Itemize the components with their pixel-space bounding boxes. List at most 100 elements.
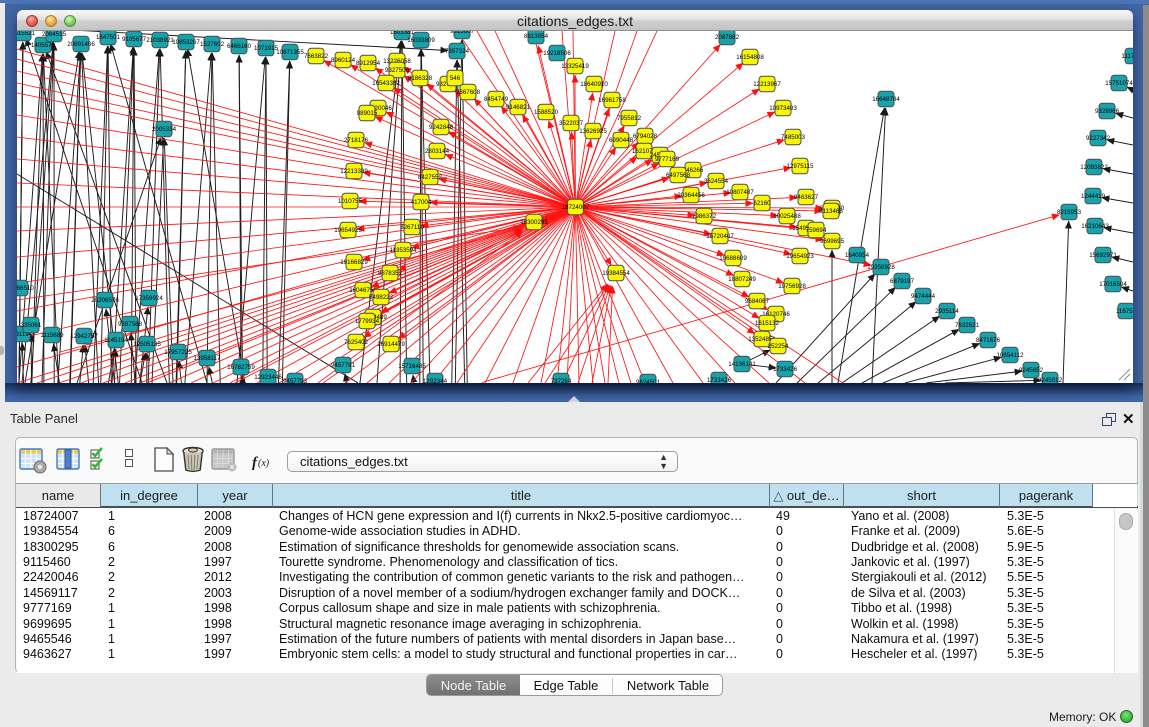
svg-text:8113468: 8113468 [819, 208, 843, 215]
svg-text:8186328: 8186328 [408, 75, 433, 82]
svg-text:19654923: 19654923 [786, 253, 814, 260]
svg-text:13325419: 13325419 [561, 63, 589, 70]
svg-text:9624501: 9624501 [636, 379, 661, 383]
svg-text:1615132: 1615132 [755, 320, 780, 327]
svg-text:9242848: 9242848 [429, 124, 454, 131]
svg-text:13958117: 13958117 [193, 355, 221, 362]
svg-text:16154808: 16154808 [736, 54, 764, 61]
svg-text:6879197: 6879197 [890, 278, 915, 285]
svg-text:759694: 759694 [806, 227, 827, 234]
svg-text:9684067: 9684067 [745, 298, 770, 305]
svg-text:15716485: 15716485 [398, 363, 426, 370]
svg-text:18724007: 18724007 [562, 204, 590, 211]
svg-text:6794028: 6794028 [633, 133, 658, 140]
svg-text:19756928: 19756928 [778, 283, 806, 290]
svg-text:2084515: 2084515 [42, 31, 67, 38]
svg-text:16648784: 16648784 [872, 96, 900, 103]
svg-text:252254: 252254 [768, 343, 789, 350]
svg-text:1010755: 1010755 [338, 198, 363, 205]
svg-text:8427552: 8427552 [418, 174, 443, 181]
svg-text:7663822: 7663822 [304, 53, 329, 60]
svg-text:16210643: 16210643 [1081, 223, 1109, 230]
svg-text:1292344: 1292344 [423, 378, 448, 383]
svg-text:8960124: 8960124 [331, 57, 356, 64]
svg-text:2935114: 2935114 [935, 308, 959, 315]
svg-text:10671355: 10671355 [276, 49, 304, 56]
svg-text:7955812: 7955812 [617, 115, 642, 122]
svg-text:9397588: 9397588 [118, 321, 143, 328]
svg-text:12923446: 12923446 [254, 374, 282, 381]
svg-text:12942757: 12942757 [70, 333, 98, 340]
svg-text:12975115: 12975115 [786, 163, 814, 170]
svg-text:2087682: 2087682 [715, 34, 740, 41]
svg-text:6466160: 6466160 [227, 43, 252, 50]
svg-text:3522037: 3522037 [559, 120, 584, 127]
svg-text:8878352: 8878352 [378, 270, 403, 277]
svg-text:18300295: 18300295 [520, 219, 548, 226]
svg-text:9457791: 9457791 [331, 362, 356, 369]
svg-text:14136141: 14136141 [728, 361, 756, 368]
svg-text:9245652: 9245652 [1019, 367, 1044, 374]
svg-text:1847501: 1847501 [96, 34, 121, 41]
svg-text:17957225: 17957225 [164, 349, 192, 356]
svg-text:16914479: 16914479 [377, 341, 405, 348]
svg-text:9313807: 9313807 [450, 31, 475, 35]
svg-text:10853267: 10853267 [172, 39, 200, 46]
svg-text:16543382: 16543382 [372, 80, 400, 87]
svg-text:17016504: 17016504 [1099, 281, 1127, 288]
svg-text:9146821: 9146821 [506, 104, 531, 111]
svg-text:10025488: 10025488 [773, 213, 801, 220]
svg-text:17359924: 17359924 [135, 295, 163, 302]
svg-text:335061: 335061 [21, 322, 42, 329]
svg-text:9699695: 9699695 [820, 238, 845, 245]
svg-text:9245012: 9245012 [1038, 377, 1063, 383]
svg-text:8813054: 8813054 [524, 33, 549, 40]
svg-text:20206576: 20206576 [91, 297, 119, 304]
svg-text:3624554: 3624554 [704, 178, 729, 185]
svg-text:10973493: 10973493 [769, 105, 797, 112]
svg-text:(x): (x) [258, 458, 270, 469]
svg-text:989015: 989015 [357, 110, 378, 117]
svg-text:8454749: 8454749 [484, 96, 509, 103]
svg-text:417004: 417004 [411, 199, 432, 206]
svg-text:2803144: 2803144 [425, 148, 450, 155]
svg-text:1145194: 1145194 [104, 337, 128, 344]
svg-text:7515521: 7515521 [17, 31, 36, 37]
svg-text:116753: 116753 [1116, 308, 1133, 315]
svg-text:8471676: 8471676 [976, 337, 1001, 344]
svg-text:6990448: 6990448 [609, 137, 634, 144]
svg-text:1117042: 1117042 [1121, 53, 1133, 60]
svg-text:7485003: 7485003 [781, 134, 806, 141]
svg-text:1115689: 1115689 [40, 332, 64, 339]
svg-text:10688609: 10688609 [719, 255, 747, 262]
svg-text:5498222: 5498222 [369, 294, 394, 301]
svg-text:18640910: 18640910 [580, 81, 608, 88]
svg-text:19166829: 19166829 [340, 259, 368, 266]
svg-text:1405571: 1405571 [31, 42, 56, 49]
svg-text:20364456: 20364456 [677, 192, 705, 199]
svg-text:19218506: 19218506 [543, 50, 571, 57]
svg-text:16782759: 16782759 [227, 364, 255, 371]
svg-text:20691406: 20691406 [67, 41, 95, 48]
svg-text:9327506: 9327506 [385, 67, 410, 74]
svg-text:7357224: 7357224 [445, 48, 470, 55]
svg-text:9457793: 9457793 [283, 378, 308, 383]
svg-text:2867608: 2867608 [456, 89, 481, 96]
svg-text:15751074: 15751074 [1105, 80, 1133, 87]
svg-text:9227342: 9227342 [1086, 135, 1111, 142]
svg-text:1733426: 1733426 [707, 377, 732, 383]
svg-text:7632621: 7632621 [955, 322, 980, 329]
svg-text:7986372: 7986372 [692, 213, 717, 220]
svg-text:1733426: 1733426 [773, 366, 798, 373]
svg-text:13626925: 13626925 [579, 128, 607, 135]
svg-text:16033809: 16033809 [407, 37, 435, 44]
svg-text:15720407: 15720407 [706, 233, 734, 240]
svg-text:62160: 62160 [753, 200, 771, 207]
svg-text:737264: 737264 [551, 378, 572, 383]
svg-text:8215953: 8215953 [1057, 209, 1082, 216]
svg-text:12213967: 12213967 [753, 81, 781, 88]
svg-text:1071915: 1071915 [254, 45, 279, 52]
svg-text:11353594: 11353594 [389, 247, 417, 254]
svg-text:19654925: 19654925 [334, 227, 362, 234]
svg-text:1527602: 1527602 [200, 41, 225, 48]
